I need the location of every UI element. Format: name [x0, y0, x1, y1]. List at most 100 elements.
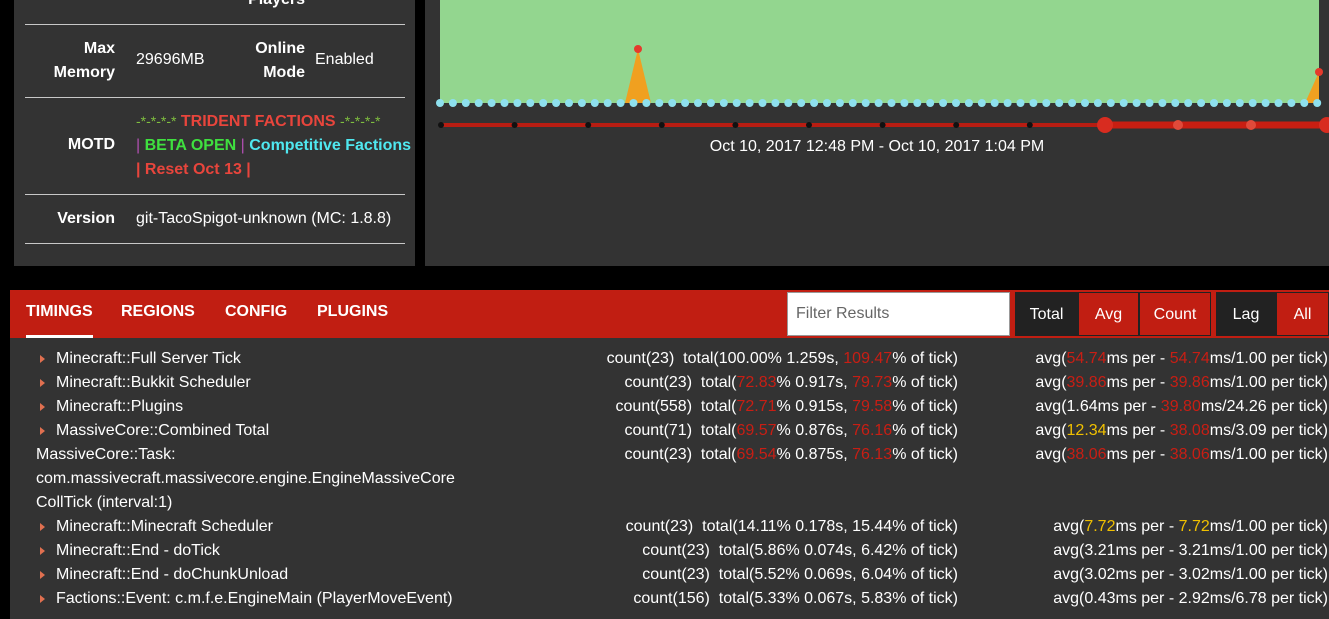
timing-a-v2: 54.74	[1169, 350, 1210, 367]
expand-caret-icon[interactable]	[40, 403, 45, 411]
timing-a-mid: ms per -	[1115, 518, 1179, 535]
graph-data-point	[977, 99, 986, 107]
timing-t-post: % of tick)	[892, 422, 958, 439]
mode-all-button[interactable]: All	[1276, 292, 1329, 336]
graph-data-point	[1055, 99, 1064, 107]
graph-data-point	[603, 99, 612, 107]
graph-data-point	[887, 99, 896, 107]
timing-t-mid: % 0.876s,	[776, 422, 853, 439]
timing-a-post: ms/1.00 per tick)	[1209, 518, 1328, 535]
timing-t-pre: total(	[700, 374, 737, 391]
timing-t-tick: 76.13	[852, 446, 893, 463]
graph-data-point	[1042, 99, 1051, 107]
timing-a-post: ms/1.00 per tick)	[1209, 374, 1328, 391]
graph-data-point	[1287, 99, 1296, 107]
timing-row[interactable]: Minecraft::End - doTick count(23) total(5…	[10, 539, 1329, 563]
tab-regions[interactable]: REGIONS	[121, 290, 195, 338]
timing-a-mid: ms per -	[1106, 422, 1170, 439]
tab-timings[interactable]: TIMINGS	[26, 290, 93, 338]
timing-row[interactable]: Minecraft::End - doChunkUnload count(23) …	[10, 563, 1329, 587]
timeline-tick	[732, 122, 739, 128]
timing-t-mid: % 0.875s,	[776, 446, 853, 463]
expand-caret-icon[interactable]	[40, 379, 45, 387]
graph-data-point	[1313, 99, 1322, 107]
graph-data-point	[694, 99, 702, 107]
mode-lag-button[interactable]: Lag	[1216, 292, 1276, 336]
sort-count-button[interactable]: Count	[1139, 292, 1211, 336]
timing-row[interactable]: Minecraft::Minecraft Scheduler count(23) …	[10, 515, 1329, 539]
timing-t-post: % of tick)	[892, 446, 958, 463]
timing-a-pre: avg(	[1035, 374, 1067, 391]
graph-data-point	[681, 99, 690, 107]
timing-name: Minecraft::Full Server Tick	[56, 350, 241, 367]
timing-a-v1: 38.06	[1066, 446, 1107, 463]
motd-label: MOTD	[67, 136, 115, 153]
graph-data-point	[952, 99, 960, 107]
timing-t-post: % of tick)	[892, 398, 958, 415]
timing-t-tick: 79.58	[852, 398, 893, 415]
expand-caret-icon[interactable]	[40, 355, 45, 363]
graph-area	[440, 0, 1319, 103]
version-value: git-TacoSpigot-unknown (MC: 1.8.8)	[136, 210, 392, 227]
filter-results-input[interactable]	[787, 292, 1010, 336]
graph-data-point	[784, 99, 793, 107]
expand-caret-icon[interactable]	[40, 427, 45, 435]
graph-data-point	[900, 99, 909, 107]
expand-caret-icon[interactable]	[40, 523, 45, 531]
expand-caret-icon[interactable]	[40, 571, 45, 579]
selection-start-handle	[1097, 117, 1113, 133]
timing-count: count(23)	[642, 542, 710, 559]
timing-count: count(23)	[642, 566, 710, 583]
timing-a-mid: 1.64ms per -	[1066, 398, 1161, 415]
graph-data-point	[1068, 99, 1077, 107]
tab-config[interactable]: CONFIG	[225, 290, 287, 338]
timing-t-pre: total(	[700, 422, 737, 439]
version-label: Version	[57, 210, 115, 227]
graph-data-point	[939, 99, 948, 107]
timing-row[interactable]: Minecraft::Plugins count(558) total(72.71…	[10, 395, 1329, 419]
motd-title: TRIDENT FACTIONS	[180, 113, 336, 130]
tab-plugins[interactable]: PLUGINS	[317, 290, 388, 338]
lag-spike-2-point	[1315, 68, 1323, 76]
timing-count-total: count(23) total(72.83% 0.917s, 79.73% of…	[624, 371, 958, 395]
timeline-tick	[585, 122, 592, 128]
sort-total-button[interactable]: Total	[1015, 292, 1078, 336]
timing-t-pre: total(	[700, 398, 737, 415]
graph-data-point	[1171, 99, 1180, 107]
timing-avg: avg(1.64ms per - 39.80ms/24.26 per tick)	[1035, 395, 1328, 419]
timing-name: Minecraft::End - doChunkUnload	[56, 566, 289, 583]
timing-count-total: count(23) total(14.11% 0.178s, 15.44% of…	[626, 515, 958, 539]
timing-t-tick: 79.73	[852, 374, 893, 391]
graph-data-point	[1158, 99, 1167, 107]
timing-count: count(23)	[625, 518, 694, 535]
timing-row[interactable]: MassiveCore::Task: com.massivecraft.mass…	[10, 443, 1329, 511]
sort-avg-button[interactable]: Avg	[1078, 292, 1139, 336]
timing-a-pre: avg(3.02ms per - 3.02ms/1.00 per tick)	[1053, 566, 1328, 583]
graph-data-point	[616, 99, 625, 107]
timing-a-v2: 38.06	[1169, 446, 1210, 463]
graph-data-point	[1184, 99, 1193, 107]
graph-data-point	[990, 99, 999, 107]
expand-caret-icon[interactable]	[40, 547, 45, 555]
graph-data-point	[874, 99, 883, 107]
timeline-graph[interactable]	[425, 0, 1329, 135]
graph-data-point	[1081, 99, 1089, 107]
timing-row[interactable]: Minecraft::Bukkit Scheduler count(23) tot…	[10, 371, 1329, 395]
timing-count-total: count(156) total(5.33% 0.067s, 5.83% of …	[633, 587, 958, 611]
graph-data-point	[1093, 99, 1102, 107]
timing-row[interactable]: Factions::Event: c.m.f.e.EngineMain (Pla…	[10, 587, 1329, 611]
graph-data-point	[1119, 99, 1128, 107]
timing-name: MassiveCore::Task: com.massivecraft.mass…	[36, 446, 455, 511]
timing-a-mid: ms per -	[1106, 350, 1170, 367]
timing-t-pre: total(5.33% 0.067s, 5.83% of tick)	[718, 590, 958, 607]
timeline-tick	[879, 122, 886, 128]
graph-data-point	[590, 99, 599, 107]
timing-row[interactable]: MassiveCore::Combined Total count(71) tot…	[10, 419, 1329, 443]
max-memory-value: 29696MB	[136, 51, 205, 68]
graph-data-point	[1222, 99, 1231, 107]
graph-data-point	[1197, 99, 1206, 107]
timing-count-total: count(558) total(72.71% 0.915s, 79.58% o…	[616, 395, 958, 419]
expand-caret-icon[interactable]	[40, 595, 45, 603]
timing-row[interactable]: Minecraft::Full Server Tick count(23) tot…	[10, 347, 1329, 371]
graph-data-point	[835, 99, 844, 107]
